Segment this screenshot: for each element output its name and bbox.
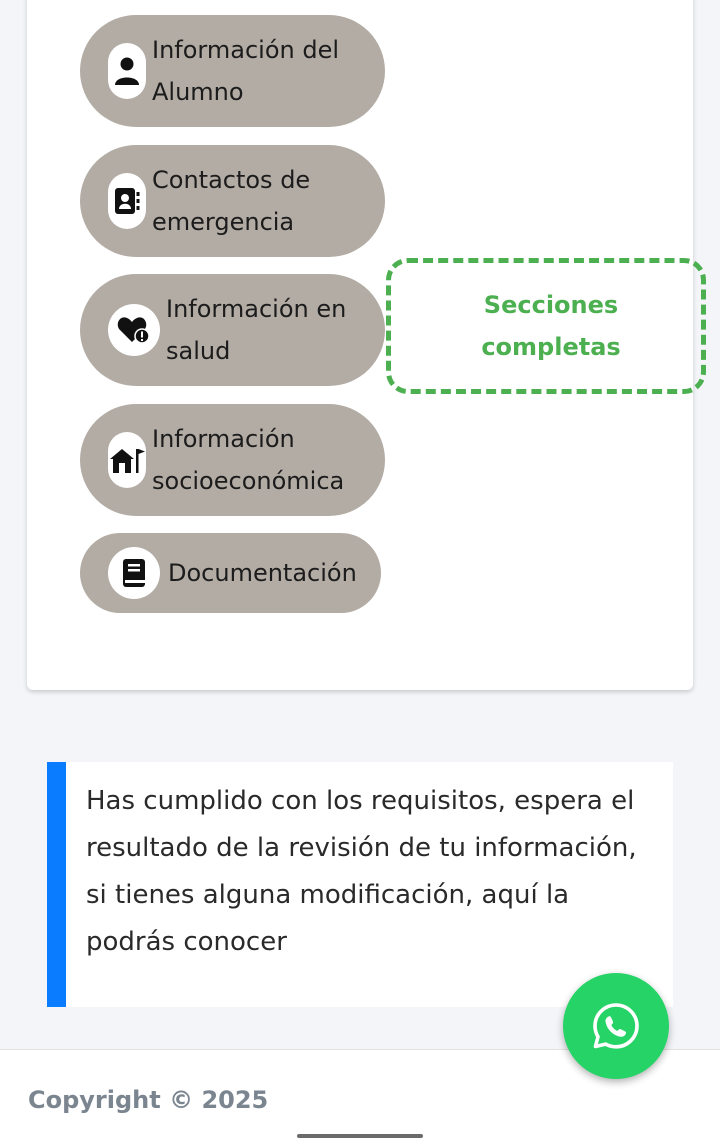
section-label: Información en salud — [166, 295, 347, 365]
page: Información del Alumno Contactos de emer… — [0, 0, 720, 1148]
section-label: Documentación — [168, 559, 357, 587]
heart-alert-icon — [108, 304, 160, 356]
whatsapp-icon — [593, 1003, 639, 1049]
home-indicator[interactable] — [297, 1134, 423, 1138]
section-button-socioeconomic-info[interactable]: Información socioeconómica — [80, 404, 385, 516]
contact-book-icon — [108, 173, 146, 229]
section-label: Información socioeconómica — [152, 425, 345, 495]
book-icon — [108, 547, 160, 599]
section-label: Contactos de emergencia — [152, 166, 311, 236]
whatsapp-button[interactable] — [563, 973, 669, 1079]
section-button-documentation[interactable]: Documentación — [80, 533, 381, 613]
notice-text: Has cumplido con los requisitos, espera … — [86, 786, 637, 957]
review-notice: Has cumplido con los requisitos, espera … — [47, 762, 673, 1007]
section-button-student-info[interactable]: Información del Alumno — [80, 15, 385, 127]
section-button-health-info[interactable]: Información en salud — [80, 274, 385, 386]
user-icon — [108, 43, 146, 99]
status-label: Secciones completas — [481, 291, 621, 361]
section-label: Información del Alumno — [152, 36, 340, 106]
copyright-text: Copyright © 2025 — [28, 1086, 269, 1114]
section-button-emergency-contacts[interactable]: Contactos de emergencia — [80, 145, 385, 257]
house-flag-icon — [108, 432, 146, 488]
sections-complete-status: Secciones completas — [386, 258, 706, 394]
